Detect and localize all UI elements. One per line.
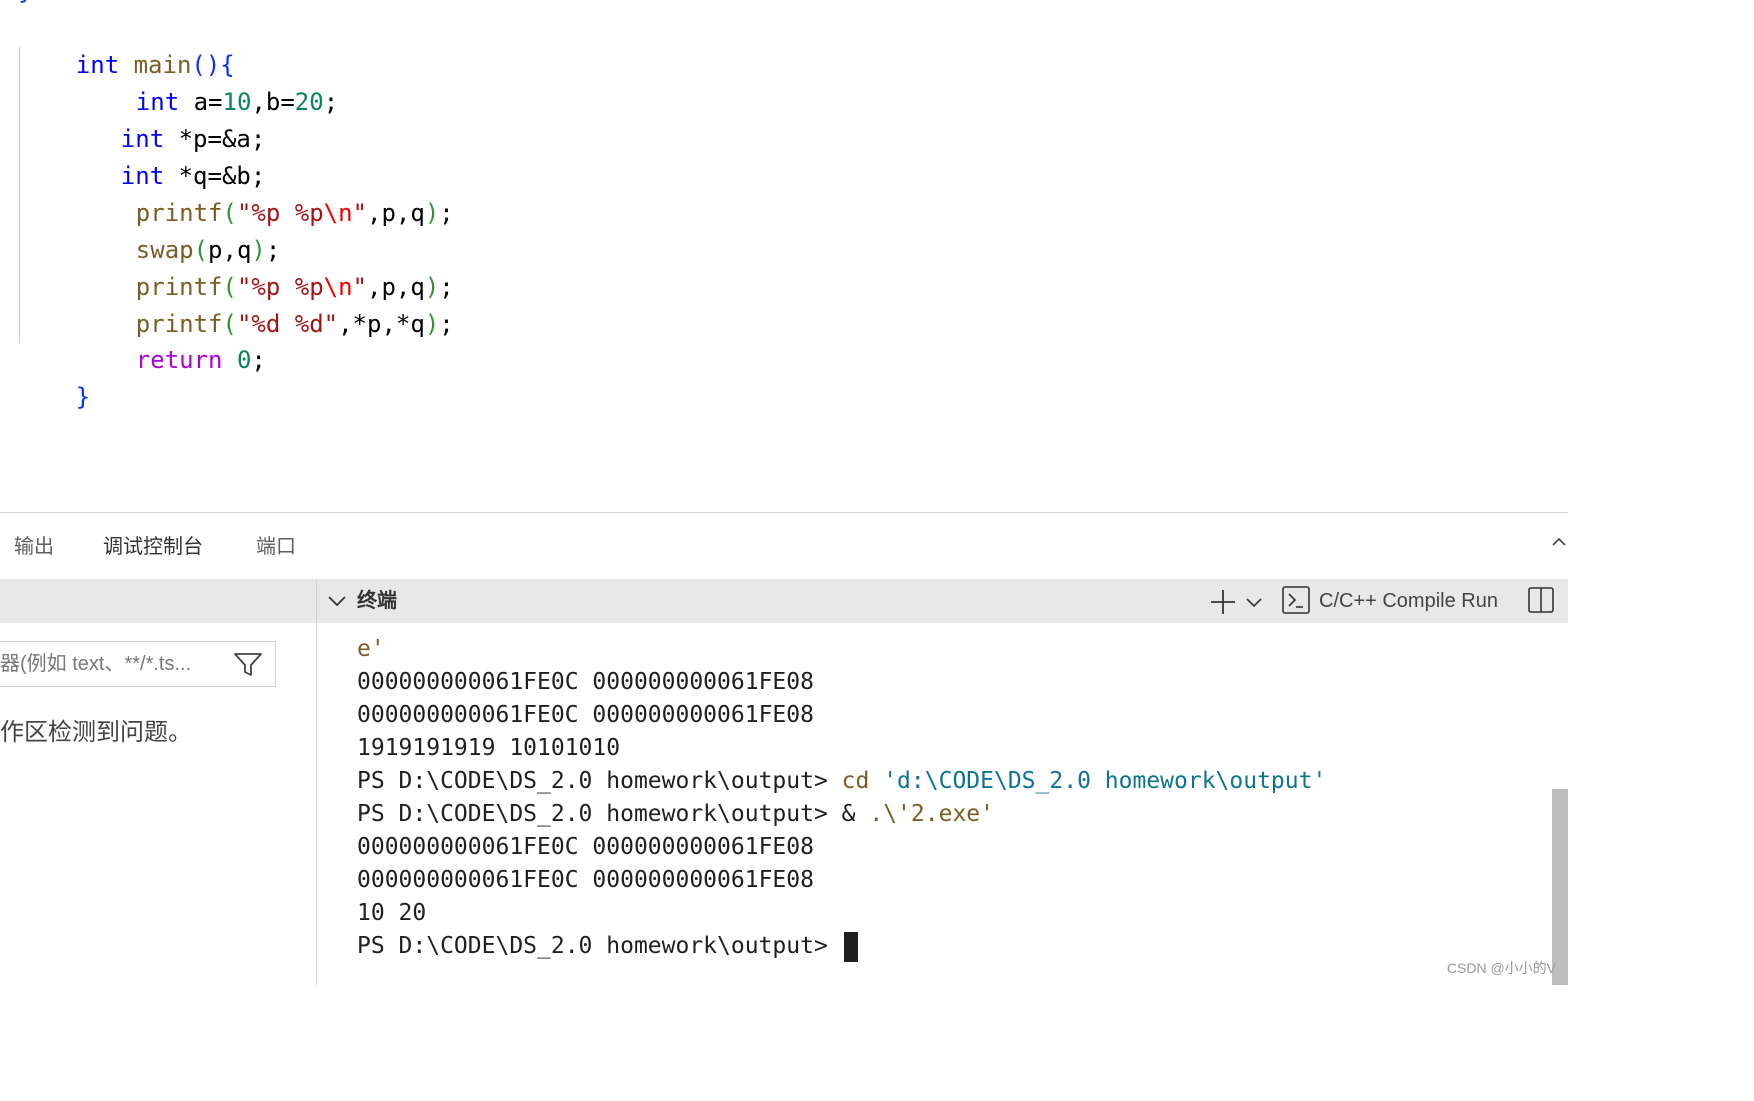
code-line-10[interactable]: } [18, 342, 90, 411]
bracket: } [75, 383, 91, 411]
code-line-3[interactable]: int *p=&a; [63, 84, 266, 153]
filter-icon[interactable] [233, 652, 263, 678]
number-literal: 20 [294, 88, 324, 116]
chevron-down-icon[interactable] [327, 591, 347, 611]
terminal-prompt: PS D:\CODE\DS_2.0 homework\output> [357, 801, 842, 827]
code-line-5[interactable]: printf("%p %p\n",p,q); [78, 158, 454, 227]
terminal-line: e' [357, 633, 385, 666]
terminal-line: PS D:\CODE\DS_2.0 homework\output> & .\'… [357, 798, 994, 831]
terminal-output[interactable]: e' 000000000061FE0C 000000000061FE08 000… [317, 623, 1568, 985]
code-line-2[interactable]: int a=10,b=20; [78, 47, 338, 116]
code-editor[interactable]: } int main(){ int a=10,b=20; int *p=&a; … [0, 0, 1568, 512]
terminal-line: 000000000061FE0C 000000000061FE08 [357, 669, 814, 695]
terminal-line: 000000000061FE0C 000000000061FE08 [357, 702, 814, 728]
code-line-9[interactable]: return 0; [78, 305, 266, 374]
problems-pane: 器(例如 text、**/*.ts... 作区检测到问题。 [0, 579, 317, 985]
terminal-cursor [843, 931, 858, 962]
terminal-line: 000000000061FE0C 000000000061FE08 [357, 867, 814, 893]
terminal-scrollbar[interactable] [1552, 789, 1568, 985]
terminal-header: 终端 C/C++ Compile Run [317, 579, 1568, 623]
watermark: CSDN @小小的V [1446, 960, 1556, 976]
terminal-prompt: PS D:\CODE\DS_2.0 homework\output> [357, 933, 842, 959]
plus-icon[interactable] [1210, 589, 1236, 615]
bracket: ) [424, 199, 440, 227]
terminal-title[interactable]: 终端 [357, 587, 397, 615]
number-literal: 0 [236, 346, 252, 374]
tab-ports[interactable]: 端口 [256, 533, 296, 561]
previous-closing-brace: } [18, 0, 32, 6]
bottom-panel: 输出 调试控制台 端口 器(例如 text、**/*.ts... 作区检测到问题… [0, 512, 1568, 985]
terminal-argument: .\'2.exe' [869, 801, 994, 827]
terminal-line: PS D:\CODE\DS_2.0 homework\output> cd 'd… [357, 765, 1326, 798]
terminal-command: & [841, 801, 870, 827]
panel-tab-bar: 输出 调试控制台 端口 [0, 513, 1568, 579]
chevron-up-icon[interactable] [1552, 535, 1566, 549]
terminal-line: 1919191919 10101010 [357, 735, 621, 761]
terminal-profile-label[interactable]: C/C++ Compile Run [1319, 587, 1498, 615]
split-icon[interactable] [1527, 586, 1555, 614]
bracket: ) [424, 310, 440, 338]
keyword-return: return [135, 346, 223, 374]
terminal-argument: 'd:\CODE\DS_2.0 homework\output' [869, 768, 1327, 794]
string-literal: " [352, 199, 368, 227]
terminal-icon [1282, 586, 1310, 614]
terminal-text: e' [357, 636, 385, 662]
code-line-8[interactable]: printf("%d %d",*p,*q); [78, 269, 454, 338]
code-line-6[interactable]: swap(p,q); [78, 195, 281, 264]
terminal-line: 000000000061FE0C 000000000061FE08 [357, 834, 814, 860]
dropdown-icon[interactable] [1245, 593, 1263, 611]
problems-message: 作区检测到问题。 [0, 719, 192, 746]
code-line-7[interactable]: printf("%p %p\n",p,q); [78, 232, 454, 301]
escape-sequence: \n [323, 199, 353, 227]
filter-input[interactable]: 器(例如 text、**/*.ts... [0, 641, 276, 687]
filter-placeholder: 器(例如 text、**/*.ts... [0, 653, 192, 675]
terminal-line: PS D:\CODE\DS_2.0 homework\output> [357, 930, 858, 963]
tab-output[interactable]: 输出 [14, 533, 54, 561]
terminal-line: 10 20 [357, 900, 427, 926]
tab-debug-console[interactable]: 调试控制台 [103, 533, 203, 561]
terminal-command: cd [841, 768, 870, 794]
terminal-prompt: PS D:\CODE\DS_2.0 homework\output> [357, 768, 842, 794]
code-line-4[interactable]: int *q=&b; [63, 121, 266, 190]
problems-pane-header [0, 579, 316, 623]
code-line-1[interactable]: int main(){ [18, 10, 235, 79]
